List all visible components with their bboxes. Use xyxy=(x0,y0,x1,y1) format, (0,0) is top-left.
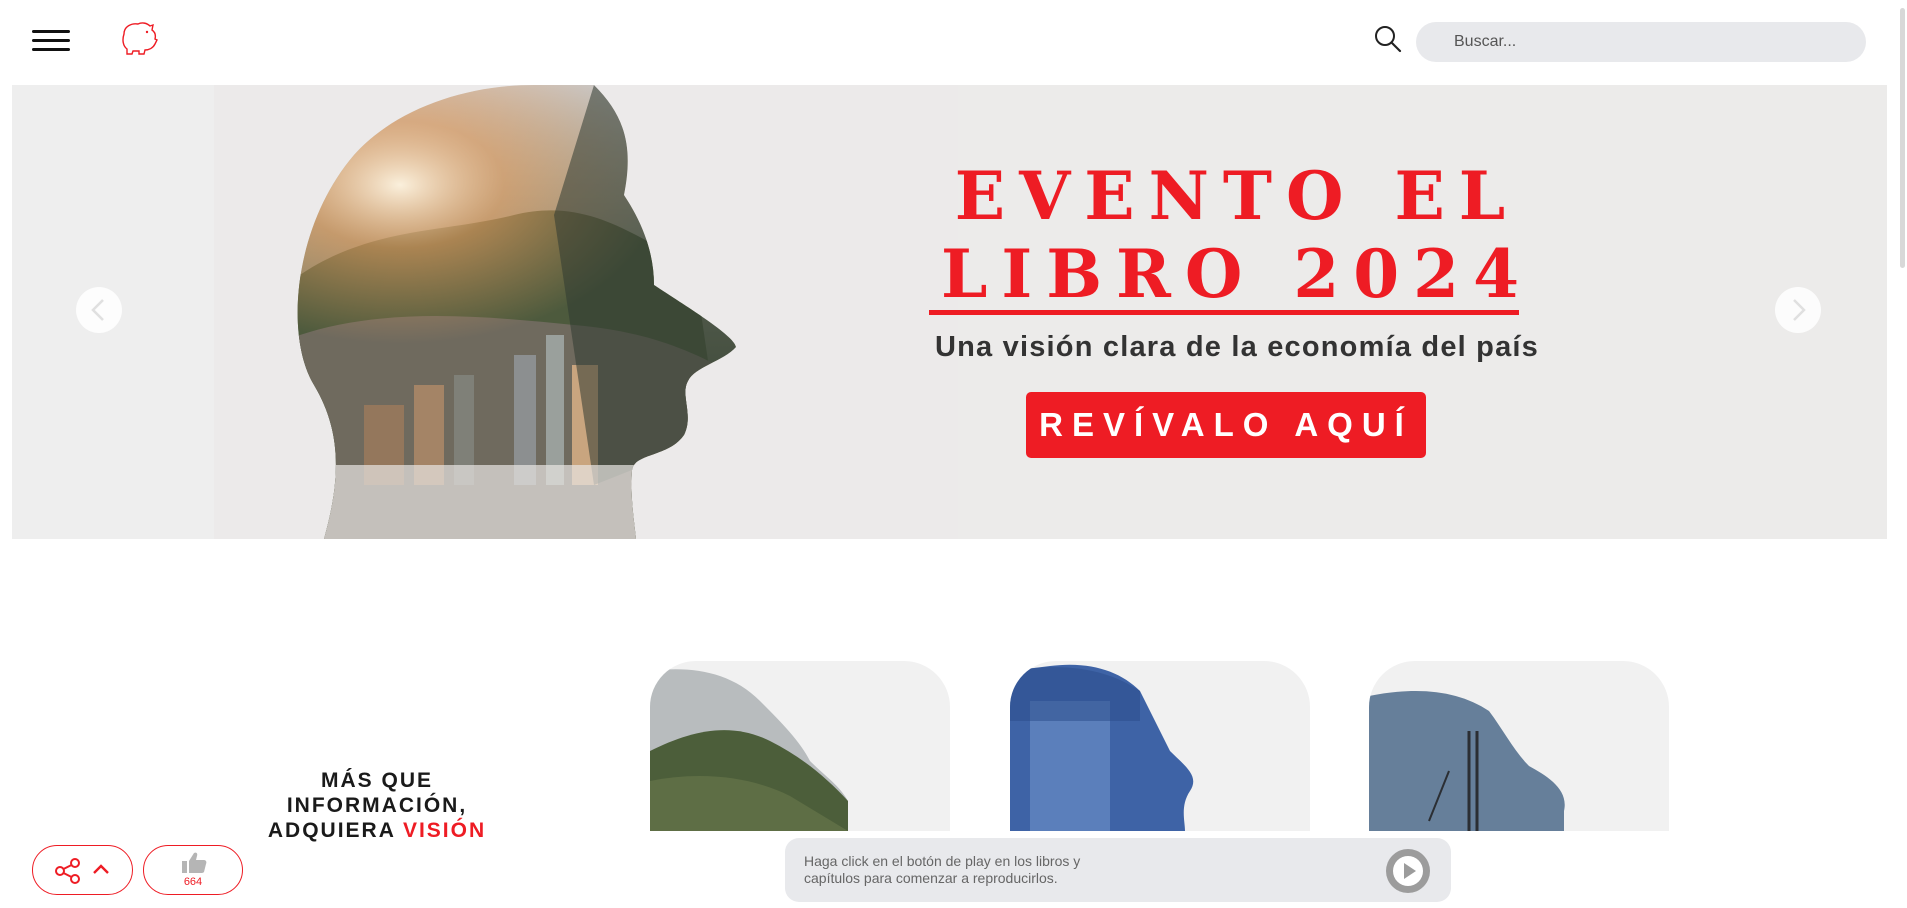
search-input[interactable] xyxy=(1416,22,1866,62)
piggy-bank-logo-icon[interactable] xyxy=(118,20,158,56)
carousel-prev-button[interactable] xyxy=(76,287,122,333)
hero-title: EVENTO EL LIBRO 2024 xyxy=(927,157,1547,313)
hero-profile-image xyxy=(214,85,958,539)
like-button[interactable]: 664 xyxy=(143,845,243,895)
search-icon[interactable] xyxy=(1373,24,1403,54)
carousel-next-button[interactable] xyxy=(1775,287,1821,333)
share-icon xyxy=(55,858,80,884)
chevron-left-icon xyxy=(91,299,104,321)
section-heading-line-2: ADQUIERA VISIÓN xyxy=(232,818,522,843)
chevron-right-icon xyxy=(1793,299,1806,321)
player-hint-text: Haga click en el botón de play en los li… xyxy=(804,853,1081,886)
book-card-1[interactable] xyxy=(650,661,950,831)
book-card-2[interactable] xyxy=(1010,661,1310,831)
play-icon xyxy=(1393,856,1423,886)
hero-subtitle: Una visión clara de la economía del país xyxy=(934,331,1540,363)
revivalo-aqui-button[interactable]: REVÍVALO AQUÍ xyxy=(1026,392,1426,458)
scrollbar-thumb[interactable] xyxy=(1900,8,1905,268)
like-count: 664 xyxy=(183,876,203,888)
section-heading: MÁS QUE INFORMACIÓN, ADQUIERA VISIÓN xyxy=(232,768,522,843)
hero-title-underline xyxy=(929,310,1519,315)
card-1-image xyxy=(650,669,848,831)
share-button[interactable] xyxy=(32,845,133,895)
hero-title-line-1: EVENTO EL xyxy=(954,157,1520,235)
card-2-image xyxy=(1010,664,1194,831)
hamburger-menu-icon[interactable] xyxy=(32,28,70,54)
book-card-3[interactable] xyxy=(1369,661,1669,831)
hero-title-line-2: LIBRO 2024 xyxy=(940,235,1534,313)
play-button[interactable] xyxy=(1386,849,1430,893)
audio-player-bar: Haga click en el botón de play en los li… xyxy=(785,838,1451,902)
thumbs-up-icon xyxy=(182,852,207,873)
hero-banner[interactable]: EVENTO EL LIBRO 2024 Una visión clara de… xyxy=(12,85,1887,539)
section-heading-accent: VISIÓN xyxy=(402,819,487,842)
section-heading-line-1: MÁS QUE INFORMACIÓN, xyxy=(286,769,468,817)
site-header xyxy=(0,0,1907,84)
chevron-up-icon xyxy=(93,864,109,874)
card-3-image xyxy=(1369,691,1565,831)
section-heading-prefix: ADQUIERA xyxy=(267,819,403,842)
